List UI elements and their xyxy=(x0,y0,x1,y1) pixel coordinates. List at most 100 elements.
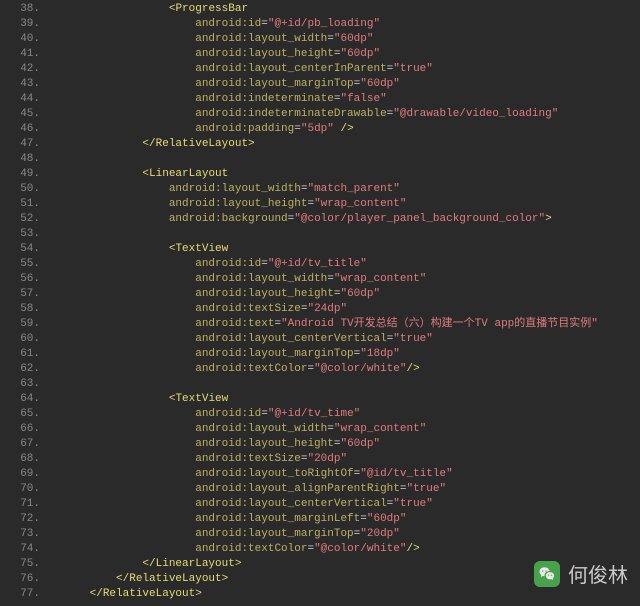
code-line: 63. xyxy=(0,377,640,392)
code-content: android:layout_height="60dp" xyxy=(50,47,640,62)
code-content: android:layout_marginTop="20dp" xyxy=(50,527,640,542)
code-line: 59. android:text="Android TV开发总结（六）构建一个T… xyxy=(0,317,640,332)
code-content: android:layout_width="wrap_content" xyxy=(50,422,640,437)
line-number: 52. xyxy=(0,212,50,227)
wechat-icon xyxy=(534,561,560,587)
code-content: android:layout_width="wrap_content" xyxy=(50,272,640,287)
code-line: 47. </RelativeLayout> xyxy=(0,137,640,152)
code-content: android:background="@color/player_panel_… xyxy=(50,212,640,227)
code-line: 52. android:background="@color/player_pa… xyxy=(0,212,640,227)
code-content: android:text="Android TV开发总结（六）构建一个TV ap… xyxy=(50,317,640,332)
code-line: 39. android:id="@+id/pb_loading" xyxy=(0,17,640,32)
code-content: android:textColor="@color/white"/> xyxy=(50,542,640,557)
code-line: 74. android:textColor="@color/white"/> xyxy=(0,542,640,557)
line-number: 62. xyxy=(0,362,50,377)
code-content: android:layout_centerInParent="true" xyxy=(50,62,640,77)
code-content: </RelativeLayout> xyxy=(50,587,640,602)
code-content: android:layout_centerVertical="true" xyxy=(50,332,640,347)
line-number: 53. xyxy=(0,227,50,242)
code-line: 55. android:id="@+id/tv_title" xyxy=(0,257,640,272)
line-number: 65. xyxy=(0,407,50,422)
line-number: 48. xyxy=(0,152,50,167)
code-content: android:layout_height="wrap_content" xyxy=(50,197,640,212)
line-number: 71. xyxy=(0,497,50,512)
code-line: 70. android:layout_alignParentRight="tru… xyxy=(0,482,640,497)
code-line: 57. android:layout_height="60dp" xyxy=(0,287,640,302)
code-line: 38. <ProgressBar xyxy=(0,2,640,17)
line-number: 57. xyxy=(0,287,50,302)
code-line: 50. android:layout_width="match_parent" xyxy=(0,182,640,197)
code-content: android:padding="5dp" /> xyxy=(50,122,640,137)
line-number: 63. xyxy=(0,377,50,392)
line-number: 42. xyxy=(0,62,50,77)
code-content: android:id="@+id/tv_title" xyxy=(50,257,640,272)
code-content: android:layout_width="match_parent" xyxy=(50,182,640,197)
code-content: android:layout_marginTop="60dp" xyxy=(50,77,640,92)
code-line: 45. android:indeterminateDrawable="@draw… xyxy=(0,107,640,122)
watermark-text: 何俊林 xyxy=(568,559,628,588)
line-number: 68. xyxy=(0,452,50,467)
code-content: android:id="@+id/pb_loading" xyxy=(50,17,640,32)
code-line: 49. <LinearLayout xyxy=(0,167,640,182)
code-content: android:textColor="@color/white"/> xyxy=(50,362,640,377)
line-number: 50. xyxy=(0,182,50,197)
code-content: </RelativeLayout> xyxy=(50,137,640,152)
line-number: 54. xyxy=(0,242,50,257)
line-number: 56. xyxy=(0,272,50,287)
line-number: 69. xyxy=(0,467,50,482)
code-line: 67. android:layout_height="60dp" xyxy=(0,437,640,452)
code-content xyxy=(50,377,640,392)
code-line: 46. android:padding="5dp" /> xyxy=(0,122,640,137)
code-line: 51. android:layout_height="wrap_content" xyxy=(0,197,640,212)
code-content: <TextView xyxy=(50,392,640,407)
code-content: <ProgressBar xyxy=(50,2,640,17)
line-number: 66. xyxy=(0,422,50,437)
code-content: <LinearLayout xyxy=(50,167,640,182)
code-line: 72. android:layout_marginLeft="60dp" xyxy=(0,512,640,527)
code-line: 68. android:textSize="20dp" xyxy=(0,452,640,467)
code-content xyxy=(50,227,640,242)
line-number: 75. xyxy=(0,557,50,572)
line-number: 46. xyxy=(0,122,50,137)
line-number: 74. xyxy=(0,542,50,557)
code-content: android:layout_centerVertical="true" xyxy=(50,497,640,512)
code-content: android:layout_width="60dp" xyxy=(50,32,640,47)
code-content xyxy=(50,152,640,167)
code-line: 65. android:id="@+id/tv_time" xyxy=(0,407,640,422)
code-content: android:textSize="20dp" xyxy=(50,452,640,467)
line-number: 61. xyxy=(0,347,50,362)
code-content: android:indeterminateDrawable="@drawable… xyxy=(50,107,640,122)
code-line: 71. android:layout_centerVertical="true" xyxy=(0,497,640,512)
code-line: 40. android:layout_width="60dp" xyxy=(0,32,640,47)
code-line: 62. android:textColor="@color/white"/> xyxy=(0,362,640,377)
line-number: 45. xyxy=(0,107,50,122)
code-content: android:layout_toRightOf="@id/tv_title" xyxy=(50,467,640,482)
code-line: 48. xyxy=(0,152,640,167)
code-line: 64. <TextView xyxy=(0,392,640,407)
line-number: 59. xyxy=(0,317,50,332)
line-number: 60. xyxy=(0,332,50,347)
line-number: 70. xyxy=(0,482,50,497)
line-number: 76. xyxy=(0,572,50,587)
code-content: android:layout_marginLeft="60dp" xyxy=(50,512,640,527)
code-line: 77. </RelativeLayout> xyxy=(0,587,640,602)
code-line: 60. android:layout_centerVertical="true" xyxy=(0,332,640,347)
code-line: 56. android:layout_width="wrap_content" xyxy=(0,272,640,287)
line-number: 55. xyxy=(0,257,50,272)
code-line: 61. android:layout_marginTop="18dp" xyxy=(0,347,640,362)
line-number: 64. xyxy=(0,392,50,407)
code-line: 53. xyxy=(0,227,640,242)
code-line: 43. android:layout_marginTop="60dp" xyxy=(0,77,640,92)
line-number: 39. xyxy=(0,17,50,32)
code-line: 54. <TextView xyxy=(0,242,640,257)
line-number: 47. xyxy=(0,137,50,152)
code-content: android:layout_alignParentRight="true" xyxy=(50,482,640,497)
code-content: android:layout_height="60dp" xyxy=(50,437,640,452)
code-content: <TextView xyxy=(50,242,640,257)
code-line: 69. android:layout_toRightOf="@id/tv_tit… xyxy=(0,467,640,482)
line-number: 49. xyxy=(0,167,50,182)
line-number: 43. xyxy=(0,77,50,92)
code-line: 66. android:layout_width="wrap_content" xyxy=(0,422,640,437)
code-content: android:layout_height="60dp" xyxy=(50,287,640,302)
line-number: 41. xyxy=(0,47,50,62)
